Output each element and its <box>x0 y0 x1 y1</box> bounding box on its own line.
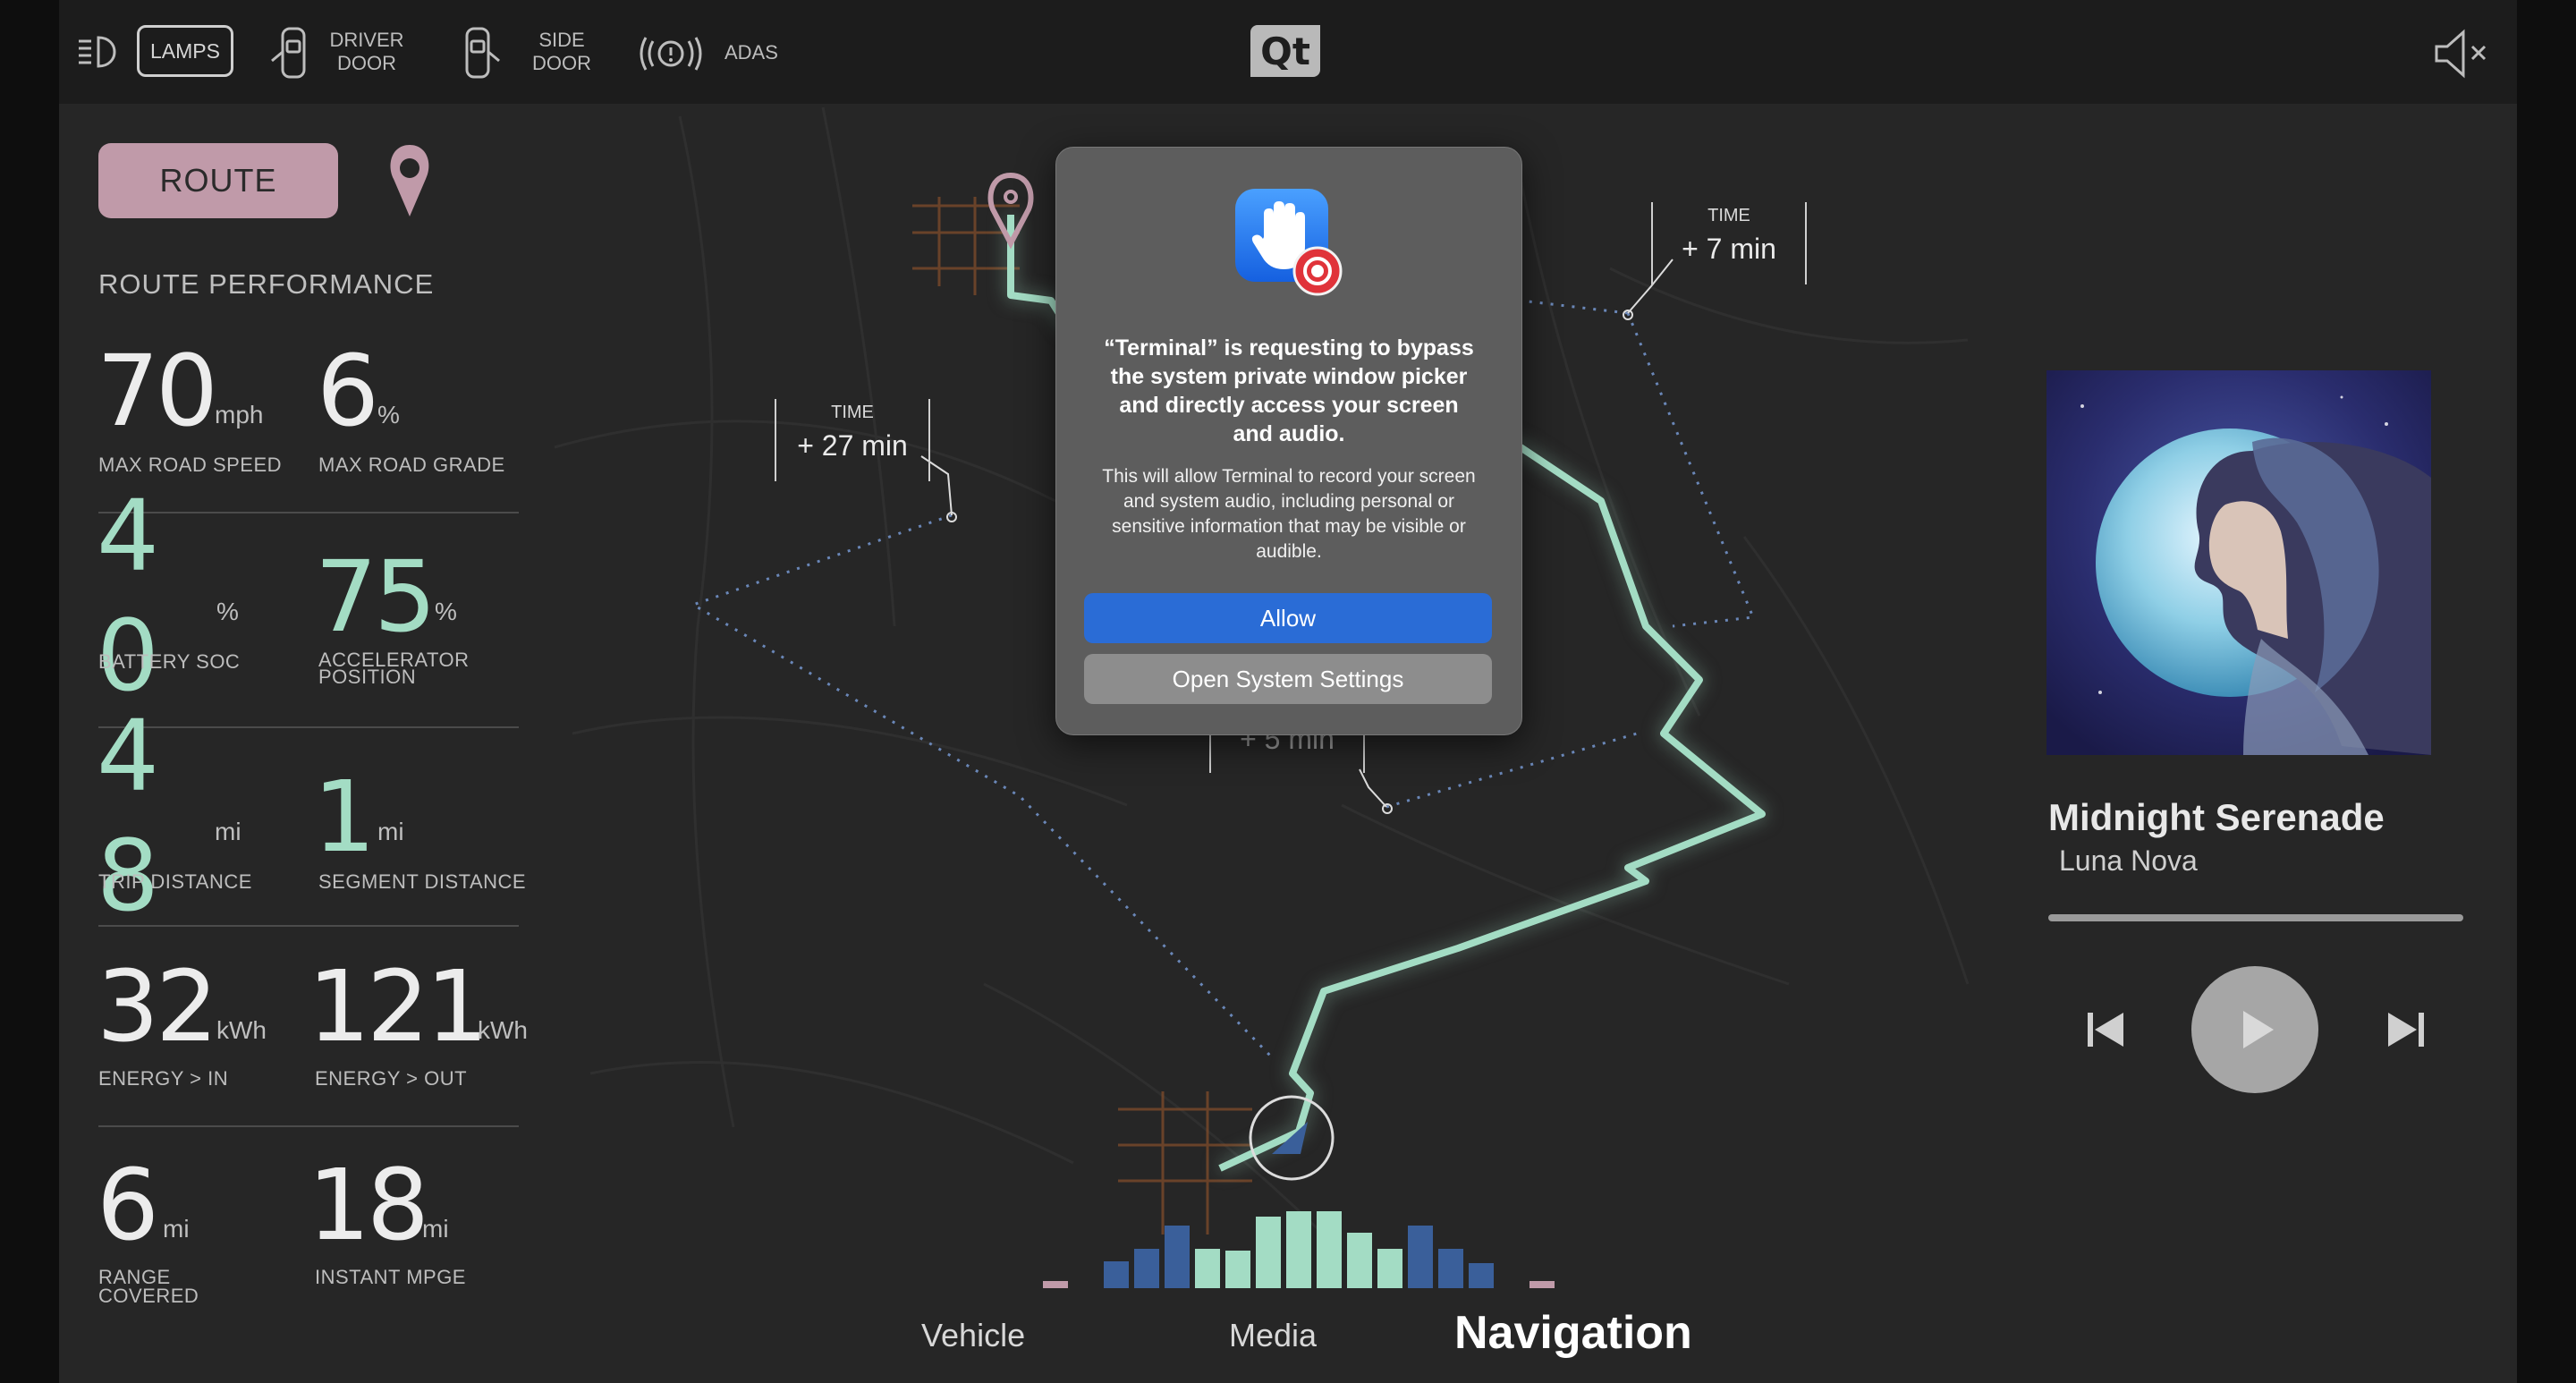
energy-in-label: ENERGY > IN <box>98 1067 229 1090</box>
range-covered-value: 6 <box>97 1148 159 1262</box>
instant-mpge-unit: mi <box>422 1215 449 1243</box>
location-pin-icon[interactable] <box>381 141 438 222</box>
next-icon[interactable] <box>2383 1007 2428 1052</box>
time-callout-7: TIME + 7 min <box>1651 202 1807 284</box>
driver-door-line1: DRIVER <box>329 29 404 51</box>
range-covered-unit: mi <box>163 1215 190 1243</box>
equalizer-bar <box>1438 1249 1463 1288</box>
equalizer-bar <box>1530 1281 1555 1288</box>
headlamp-icon[interactable] <box>77 34 129 70</box>
equalizer-bar <box>1377 1249 1402 1288</box>
driver-door-label[interactable]: DRIVER DOOR <box>322 29 411 75</box>
play-icon <box>2243 1011 2274 1048</box>
time-callout-label: TIME <box>831 403 874 422</box>
tab-media[interactable]: Media <box>1229 1317 1317 1354</box>
dialog-message: This will allow Terminal to record your … <box>1102 466 1476 562</box>
adas-label[interactable]: ADAS <box>724 41 796 64</box>
previous-icon[interactable] <box>2084 1007 2129 1052</box>
metrics-divider <box>98 925 519 927</box>
song-title: Midnight Serenade <box>2048 796 2385 838</box>
max-road-grade-unit: % <box>377 401 400 428</box>
left-bezel <box>0 0 59 1383</box>
range-covered-line2: COVERED <box>98 1285 199 1307</box>
trip-distance-unit: mi <box>215 818 242 845</box>
max-road-speed-unit: mph <box>215 401 264 428</box>
tab-vehicle[interactable]: Vehicle <box>921 1317 1025 1354</box>
instant-mpge-value: 18 <box>308 1148 429 1262</box>
equalizer-bar <box>1195 1249 1220 1288</box>
time-callout-label: TIME <box>1707 206 1750 225</box>
equalizer-bar <box>1225 1251 1250 1288</box>
dialog-title: “Terminal” is requesting to bypass the s… <box>1104 335 1474 446</box>
segment-distance-label: SEGMENT DISTANCE <box>318 870 527 893</box>
accelerator-position-unit: % <box>435 598 457 625</box>
artist-name: Luna Nova <box>2059 844 2198 877</box>
equalizer-bar <box>1134 1249 1159 1288</box>
tab-navigation[interactable]: Navigation <box>1454 1306 1692 1360</box>
album-art <box>2046 370 2431 755</box>
segment-distance-value: 1 <box>313 759 376 874</box>
driver-door-line2: DOOR <box>337 52 396 74</box>
open-system-settings-button[interactable]: Open System Settings <box>1084 654 1492 704</box>
infotainment-screen: LAMPS DRIVER DOOR SIDE DOOR ADAS Qt TIME… <box>0 0 2576 1383</box>
energy-in-value: 32 <box>97 949 218 1064</box>
equalizer-bar <box>1408 1226 1433 1288</box>
accelerator-position-value: 75 <box>315 539 436 654</box>
side-door-line1: SIDE <box>538 29 585 51</box>
hand-stop-icon <box>1233 187 1344 298</box>
energy-out-unit: kWh <box>478 1016 528 1044</box>
equalizer-bar <box>1104 1261 1129 1288</box>
qt-logo: Qt <box>1250 25 1320 77</box>
equalizer-bar <box>1347 1233 1372 1288</box>
route-performance-title: ROUTE PERFORMANCE <box>98 268 435 300</box>
play-button[interactable] <box>2191 966 2318 1093</box>
equalizer-bar <box>1469 1263 1494 1288</box>
right-bezel <box>2517 0 2576 1383</box>
driver-door-icon[interactable] <box>268 25 315 81</box>
max-road-grade-label: MAX ROAD GRADE <box>318 454 505 476</box>
accelerator-position-label: ACCELERATOR POSITION <box>318 649 470 687</box>
equalizer-bar <box>1165 1226 1190 1288</box>
time-callout-27: TIME + 27 min <box>775 399 930 481</box>
playback-progress-bar[interactable] <box>2048 914 2463 921</box>
audio-equalizer <box>1043 1211 1555 1288</box>
trip-distance-label: TRIP DISTANCE <box>98 870 252 893</box>
vehicle-position-icon <box>1249 1095 1335 1181</box>
metrics-divider <box>98 1125 519 1127</box>
segment-distance-unit: mi <box>377 818 404 845</box>
screen-recording-permission-dialog: “Terminal” is requesting to bypass the s… <box>1055 147 1522 735</box>
metrics-divider <box>98 726 519 728</box>
max-road-grade-value: 6 <box>317 334 379 448</box>
max-road-speed-value: 70 <box>97 334 218 448</box>
allow-button[interactable]: Allow <box>1084 593 1492 643</box>
lamps-button[interactable]: LAMPS <box>137 25 233 77</box>
equalizer-bar <box>1317 1211 1342 1288</box>
energy-in-unit: kWh <box>216 1016 267 1044</box>
energy-out-label: ENERGY > OUT <box>315 1067 468 1090</box>
route-button[interactable]: ROUTE <box>98 143 338 218</box>
mute-icon[interactable] <box>2433 27 2490 81</box>
side-door-icon[interactable] <box>458 25 504 81</box>
time-callout-value: + 27 min <box>797 429 908 462</box>
time-callout-value: + 7 min <box>1682 233 1776 265</box>
equalizer-bar <box>1286 1211 1311 1288</box>
battery-soc-label: BATTERY SOC <box>98 650 241 673</box>
side-door-line2: DOOR <box>532 52 591 74</box>
equalizer-bar <box>1043 1281 1068 1288</box>
max-road-speed-label: MAX ROAD SPEED <box>98 454 283 476</box>
adas-icon[interactable] <box>637 34 705 73</box>
trip-distance-value-top: 4 <box>97 699 159 813</box>
range-covered-label: RANGE COVERED <box>98 1267 199 1306</box>
instant-mpge-label: INSTANT MPGE <box>315 1266 466 1288</box>
battery-soc-value-top: 4 <box>97 479 159 593</box>
battery-soc-unit: % <box>216 598 239 625</box>
energy-out-value: 121 <box>308 949 488 1064</box>
equalizer-bar <box>1256 1217 1281 1288</box>
side-door-label[interactable]: SIDE DOOR <box>517 29 606 75</box>
metrics-divider <box>98 512 519 513</box>
